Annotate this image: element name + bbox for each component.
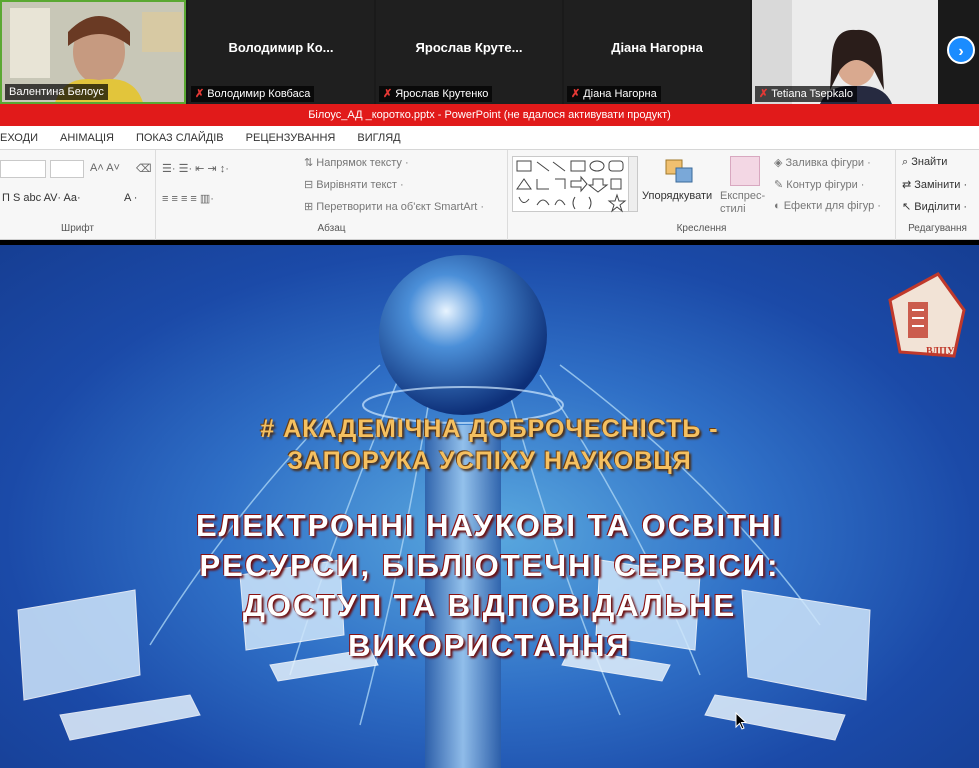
arrange-button[interactable]: Упорядкувати (642, 190, 712, 202)
drawing-group-label: Креслення (676, 223, 727, 234)
shape-fill-button[interactable]: ◈ Заливка фігури · (774, 156, 871, 169)
font-size-dropdown[interactable] (50, 160, 84, 178)
window-title-bar: Білоус_АД _коротко.pptx - PowerPoint (не… (0, 104, 979, 126)
quick-styles-button[interactable]: Експрес-стилі (720, 190, 770, 216)
text-direction-label: Напрямок тексту (316, 157, 402, 169)
bullets-icon[interactable]: ☰· ☰· ⇤ ⇥ ↕· (162, 162, 229, 175)
participant-tile-volodymyr[interactable]: Володимир Ко... ✗ Володимир Ковбаса (188, 0, 374, 104)
mic-muted-icon: ✗ (759, 88, 769, 100)
align-icons[interactable]: ≡ ≡ ≡ ≡ ▥· (162, 192, 214, 205)
slide-title-line1: ЕЛЕКТРОННІ НАУКОВІ ТА ОСВІТНІ (195, 508, 784, 543)
next-page-button[interactable]: › (947, 36, 975, 64)
replace-button[interactable]: ⇄ Замінити · (902, 178, 967, 191)
participant-tile-yaroslav[interactable]: Ярослав Круте... ✗ Ярослав Крутенко (376, 0, 562, 104)
select-button[interactable]: ↖ Виділити · (902, 200, 967, 213)
shape-outline-label: Контур фігури (786, 179, 858, 191)
participant-name-caption: ✗ Володимир Ковбаса (191, 86, 315, 102)
editing-group: ⌕ Знайти ⇄ Замінити · ↖ Виділити · Редаг… (896, 150, 979, 240)
ribbon: A˄ A˅ ⌫ Π S abc AV· Aa· A · Шрифт ☰· ☰· … (0, 150, 979, 240)
find-button[interactable]: ⌕ Знайти (902, 156, 947, 169)
grow-font-icon[interactable]: A˄ A˅ (90, 162, 120, 174)
participant-display-name: Ярослав Круте... (415, 40, 523, 55)
clear-format-icon[interactable]: ⌫ (136, 162, 152, 175)
logo-text: ВДПУ (926, 346, 955, 357)
paragraph-group-label: Абзац (317, 223, 346, 234)
smartart-label: Перетворити на об'єкт SmartArt (316, 201, 478, 213)
shape-effects-label: Ефекти для фігур (783, 200, 875, 212)
window-title: Білоус_АД _коротко.pptx - PowerPoint (не… (308, 109, 671, 121)
mouse-cursor-icon (735, 712, 747, 730)
find-label: Знайти (911, 156, 948, 168)
tab-review[interactable]: РЕЦЕНЗУВАННЯ (235, 126, 347, 149)
participant-name: Діана Нагорна (583, 88, 657, 100)
arrange-icon[interactable] (660, 156, 700, 190)
editing-group-label: Редагування (908, 223, 967, 234)
shape-effects-button[interactable]: ◐ Ефекти для фігур · (774, 200, 881, 212)
mic-muted-icon: ✗ (571, 88, 581, 100)
participant-tile-valentyna[interactable]: Валентина Белоус (0, 0, 186, 104)
mic-muted-icon: ✗ (195, 88, 205, 100)
slide-title-line3: ДОСТУП ТА ВІДПОВІДАЛЬНЕ (242, 588, 737, 623)
text-format-icons[interactable]: Π S abc AV· Aa· (2, 192, 81, 204)
align-text-button[interactable]: ⊟ Вирівняти текст · (304, 178, 404, 191)
participant-name-caption: ✗ Діана Нагорна (567, 86, 661, 102)
participant-name: Валентина Белоус (9, 86, 104, 98)
select-label: Виділити (914, 201, 961, 213)
slide-title-line4: ВИКОРИСТАННЯ (348, 628, 631, 663)
mic-muted-icon: ✗ (383, 88, 393, 100)
participant-name-caption: ✗ Ярослав Крутенко (379, 86, 493, 102)
participant-strip: Валентина Белоус Володимир Ко... ✗ Володи… (0, 0, 979, 104)
participant-display-name: Володимир Ко... (228, 40, 334, 55)
font-group-label: Шрифт (61, 223, 94, 234)
tab-slide-show[interactable]: ПОКАЗ СЛАЙДІВ (125, 126, 235, 149)
shapes-scroll[interactable] (628, 156, 638, 212)
tab-transitions[interactable]: ЕХОДИ (0, 126, 49, 149)
slide-heading-line2: ЗАПОРУКА УСПІХУ НАУКОВЦЯ (287, 447, 692, 475)
text-direction-button[interactable]: ⇅ Напрямок тексту · (304, 156, 409, 169)
shapes-gallery[interactable] (512, 156, 638, 213)
shapes-icon (516, 160, 627, 213)
tab-view[interactable]: ВИГЛЯД (346, 126, 411, 149)
zoom-meeting-window: Валентина Белоус Володимир Ко... ✗ Володи… (0, 0, 979, 768)
shape-outline-button[interactable]: ✎ Контур фігури · (774, 178, 864, 191)
participant-name-caption: Валентина Белоус (5, 84, 108, 100)
tab-animation[interactable]: АНІМАЦІЯ (49, 126, 125, 149)
ribbon-tabs: ЕХОДИ АНІМАЦІЯ ПОКАЗ СЛАЙДІВ РЕЦЕНЗУВАНН… (0, 126, 979, 150)
chevron-right-icon: › (958, 43, 964, 60)
slide-title-line2: РЕСУРСИ, БІБЛІОТЕЧНІ СЕРВІСИ: (199, 548, 780, 583)
align-text-label: Вирівняти текст (316, 179, 397, 191)
quick-styles-icon[interactable] (730, 156, 760, 186)
font-color-icon[interactable]: A · (124, 192, 137, 204)
participant-tile-tetiana[interactable]: ✗ Tetiana Tsepkalo (752, 0, 938, 104)
font-group: A˄ A˅ ⌫ Π S abc AV· Aa· A · Шрифт (0, 150, 156, 240)
smartart-button[interactable]: ⊞ Перетворити на об'єкт SmartArt · (304, 200, 484, 213)
participant-name-caption: ✗ Tetiana Tsepkalo (755, 86, 857, 102)
participant-name: Ярослав Крутенко (395, 88, 489, 100)
participant-name: Володимир Ковбаса (207, 88, 311, 100)
shape-fill-label: Заливка фігури (785, 157, 865, 169)
university-logo: ВДПУ (882, 270, 970, 358)
paragraph-group: ☰· ☰· ⇤ ⇥ ↕· ≡ ≡ ≡ ≡ ▥· ⇅ Напрямок текст… (156, 150, 508, 240)
slide-heading-line1: # АКАДЕМІЧНА ДОБРОЧЕСНІСТЬ - (260, 415, 719, 443)
slide: ВДПУ # АКАДЕМІЧНА ДОБРОЧЕСНІСТЬ - ЗАПОРУ… (0, 245, 979, 768)
participant-display-name: Діана Нагорна (611, 40, 703, 55)
font-name-dropdown[interactable] (0, 160, 46, 178)
replace-label: Замінити (914, 179, 961, 191)
participant-tile-diana[interactable]: Діана Нагорна ✗ Діана Нагорна (564, 0, 750, 104)
participant-name: Tetiana Tsepkalo (771, 88, 853, 100)
